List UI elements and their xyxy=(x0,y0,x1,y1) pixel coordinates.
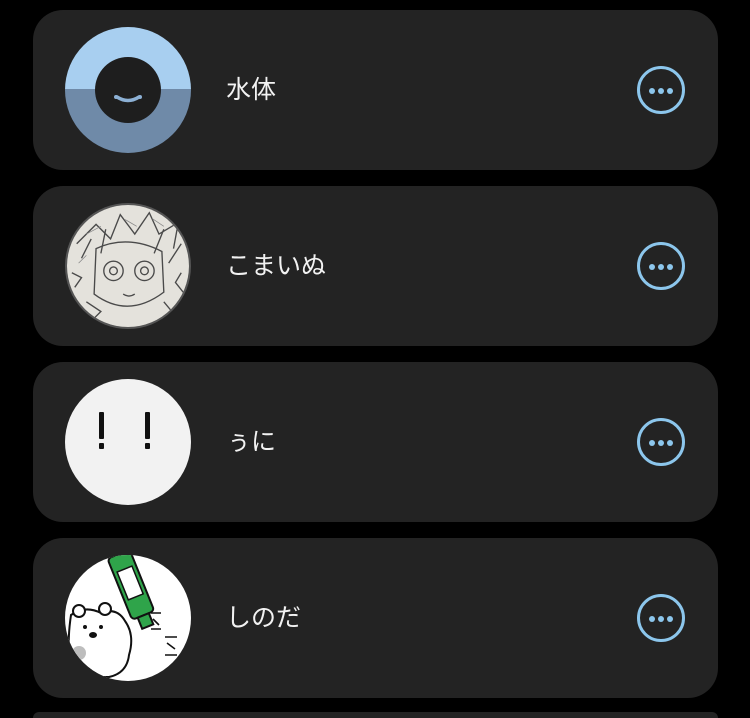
smiley-face-avatar-icon xyxy=(65,27,191,153)
more-options-icon xyxy=(649,440,655,446)
list-item[interactable]: 水体 xyxy=(33,10,718,170)
more-options-button[interactable] xyxy=(637,594,685,642)
avatar xyxy=(65,379,191,505)
user-name: しのだ xyxy=(226,603,302,632)
list-item[interactable] xyxy=(33,712,718,718)
list-item[interactable]: ぅに xyxy=(33,362,718,522)
list-item[interactable]: しのだ xyxy=(33,538,718,698)
list-item[interactable]: こまいぬ xyxy=(33,186,718,346)
avatar xyxy=(65,203,191,329)
sketch-character-avatar-icon xyxy=(67,205,189,327)
user-name: 水体 xyxy=(226,75,277,104)
more-options-button[interactable] xyxy=(637,66,685,114)
avatar xyxy=(65,27,191,153)
user-list: 水体 こまいぬ ぅに しのだ xyxy=(0,0,750,718)
more-options-button[interactable] xyxy=(637,242,685,290)
more-options-icon xyxy=(649,264,655,270)
more-options-icon xyxy=(649,616,655,622)
avatar xyxy=(65,555,191,681)
bear-with-bottle-avatar-icon xyxy=(65,555,191,681)
user-name: こまいぬ xyxy=(226,251,327,280)
more-options-button[interactable] xyxy=(637,418,685,466)
exclamation-face-avatar-icon xyxy=(65,379,191,505)
more-options-icon xyxy=(649,88,655,94)
user-name: ぅに xyxy=(226,427,277,456)
